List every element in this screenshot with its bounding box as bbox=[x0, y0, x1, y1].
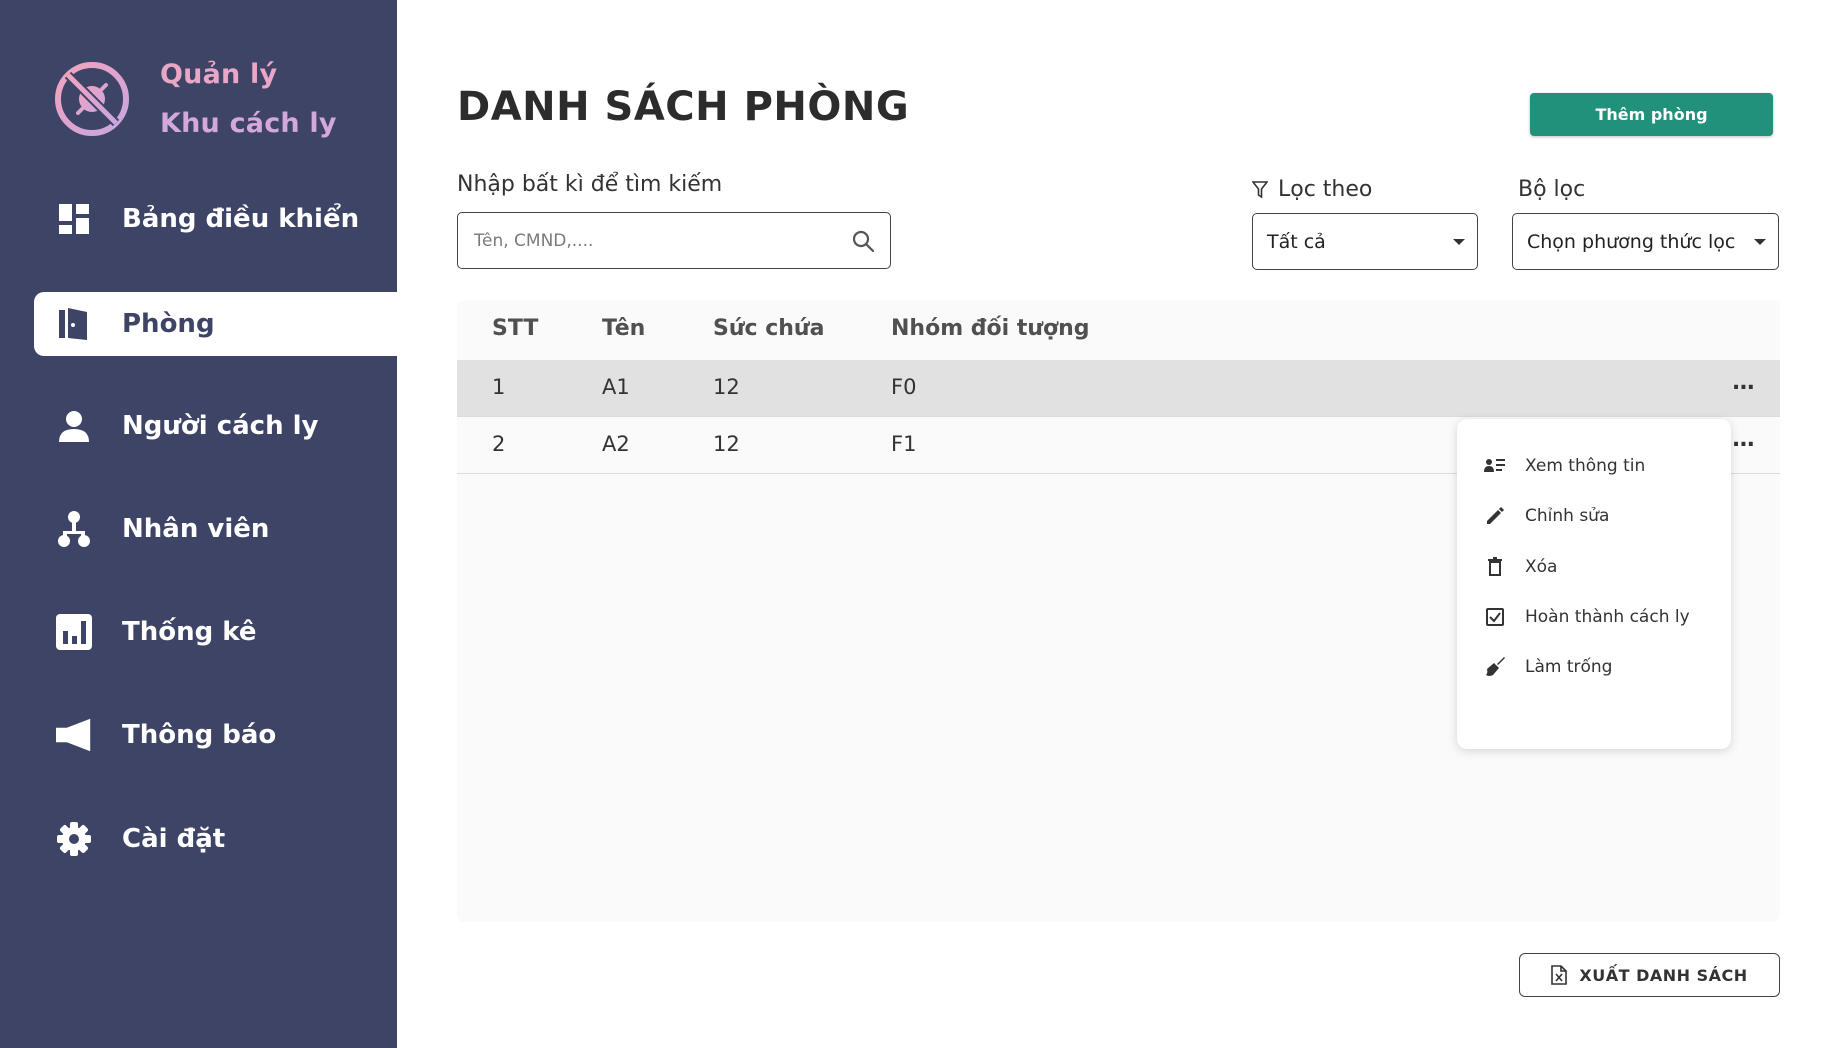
more-actions-icon[interactable]: ... bbox=[1732, 427, 1755, 452]
more-actions-icon[interactable]: ... bbox=[1732, 370, 1755, 395]
search-input[interactable] bbox=[458, 213, 850, 268]
brand-name: Quản lý Khu cách ly bbox=[160, 50, 337, 148]
menu-item-edit[interactable]: Chỉnh sửa bbox=[1457, 491, 1731, 541]
menu-item-complete-quarantine[interactable]: Hoàn thành cách ly bbox=[1457, 592, 1731, 642]
megaphone-icon bbox=[56, 717, 92, 753]
excel-file-icon bbox=[1551, 965, 1568, 985]
view-info-icon bbox=[1483, 454, 1507, 478]
column-header-name[interactable]: Tên bbox=[602, 316, 645, 341]
broom-icon bbox=[1483, 655, 1507, 679]
export-list-button[interactable]: XUẤT DANH SÁCH bbox=[1519, 953, 1780, 997]
caret-down-icon bbox=[1453, 238, 1465, 245]
funnel-icon bbox=[1252, 180, 1268, 198]
sidebar-item-staff[interactable]: Nhân viên bbox=[34, 497, 397, 561]
menu-item-label: Chỉnh sửa bbox=[1525, 506, 1610, 526]
filter-method-select[interactable]: Chọn phương thức lọc bbox=[1512, 213, 1779, 270]
sidebar-item-label: Cài đặt bbox=[122, 824, 226, 854]
cell-capacity: 12 bbox=[713, 432, 740, 456]
menu-item-label: Làm trống bbox=[1525, 657, 1613, 677]
sidebar-item-statistics[interactable]: Thống kê bbox=[34, 600, 397, 664]
door-icon bbox=[56, 306, 92, 342]
staff-hierarchy-icon bbox=[56, 511, 92, 547]
filter-by-label-wrap: Lọc theo bbox=[1252, 177, 1372, 202]
cell-stt: 2 bbox=[492, 432, 506, 456]
export-button-label: XUẤT DANH SÁCH bbox=[1579, 965, 1748, 985]
bar-chart-icon bbox=[56, 614, 92, 650]
sidebar-item-label: Phòng bbox=[122, 309, 215, 339]
table-header: STT Tên Sức chứa Nhóm đối tượng bbox=[457, 300, 1780, 360]
cell-group: F1 bbox=[891, 432, 917, 456]
gear-icon bbox=[56, 821, 92, 857]
menu-item-label: Hoàn thành cách ly bbox=[1525, 607, 1690, 627]
sidebar: Quản lý Khu cách ly Bảng điều khiển Phòn… bbox=[0, 0, 397, 1048]
column-header-group[interactable]: Nhóm đối tượng bbox=[891, 316, 1090, 341]
virus-blocked-logo-icon bbox=[55, 62, 129, 136]
brand-line-1: Quản lý bbox=[160, 59, 278, 90]
filter-method-label: Bộ lọc bbox=[1518, 177, 1586, 202]
menu-item-clear[interactable]: Làm trống bbox=[1457, 642, 1731, 692]
menu-item-view-info[interactable]: Xem thông tin bbox=[1457, 441, 1731, 491]
page-title: DANH SÁCH PHÒNG bbox=[457, 84, 910, 130]
checkbox-icon bbox=[1483, 605, 1507, 629]
cell-stt: 1 bbox=[492, 375, 506, 399]
sidebar-item-label: Người cách ly bbox=[122, 411, 319, 441]
pencil-icon bbox=[1483, 504, 1507, 528]
sidebar-item-label: Bảng điều khiển bbox=[122, 204, 360, 234]
cell-name: A1 bbox=[602, 375, 630, 399]
sidebar-item-label: Thống kê bbox=[122, 617, 257, 647]
dashboard-icon bbox=[56, 201, 92, 237]
row-context-menu: Xem thông tin Chỉnh sửa Xóa Hoàn thành c… bbox=[1457, 419, 1731, 749]
menu-item-delete[interactable]: Xóa bbox=[1457, 542, 1731, 592]
sidebar-item-dashboard[interactable]: Bảng điều khiển bbox=[34, 187, 397, 251]
filter-by-select[interactable]: Tất cả bbox=[1252, 213, 1478, 270]
add-room-button[interactable]: Thêm phòng bbox=[1530, 93, 1773, 136]
caret-down-icon bbox=[1754, 238, 1766, 245]
cell-name: A2 bbox=[602, 432, 630, 456]
filter-method-value: Chọn phương thức lọc bbox=[1527, 230, 1736, 253]
person-icon bbox=[56, 408, 92, 444]
menu-item-label: Xóa bbox=[1525, 557, 1558, 577]
sidebar-item-notifications[interactable]: Thông báo bbox=[34, 703, 397, 767]
trash-icon bbox=[1483, 555, 1507, 579]
filter-by-label: Lọc theo bbox=[1278, 177, 1373, 202]
sidebar-item-label: Nhân viên bbox=[122, 514, 270, 544]
brand: Quản lý Khu cách ly bbox=[54, 50, 337, 148]
sidebar-item-rooms[interactable]: Phòng bbox=[34, 292, 397, 356]
search-box bbox=[457, 212, 891, 269]
sidebar-item-label: Thông báo bbox=[122, 720, 277, 750]
sidebar-item-settings[interactable]: Cài đặt bbox=[34, 807, 397, 871]
search-label: Nhập bất kì để tìm kiếm bbox=[457, 172, 723, 197]
search-icon[interactable] bbox=[850, 228, 876, 254]
column-header-stt[interactable]: STT bbox=[492, 316, 538, 341]
sidebar-item-quarantined-people[interactable]: Người cách ly bbox=[34, 394, 397, 458]
brand-line-2: Khu cách ly bbox=[160, 108, 337, 139]
column-header-capacity[interactable]: Sức chứa bbox=[713, 316, 824, 341]
table-row[interactable]: 1 A1 12 F0 ... bbox=[457, 360, 1780, 417]
cell-group: F0 bbox=[891, 375, 917, 399]
app-root: Quản lý Khu cách ly Bảng điều khiển Phòn… bbox=[0, 0, 1840, 1048]
menu-item-label: Xem thông tin bbox=[1525, 456, 1646, 476]
filter-by-value: Tất cả bbox=[1267, 230, 1326, 253]
cell-capacity: 12 bbox=[713, 375, 740, 399]
